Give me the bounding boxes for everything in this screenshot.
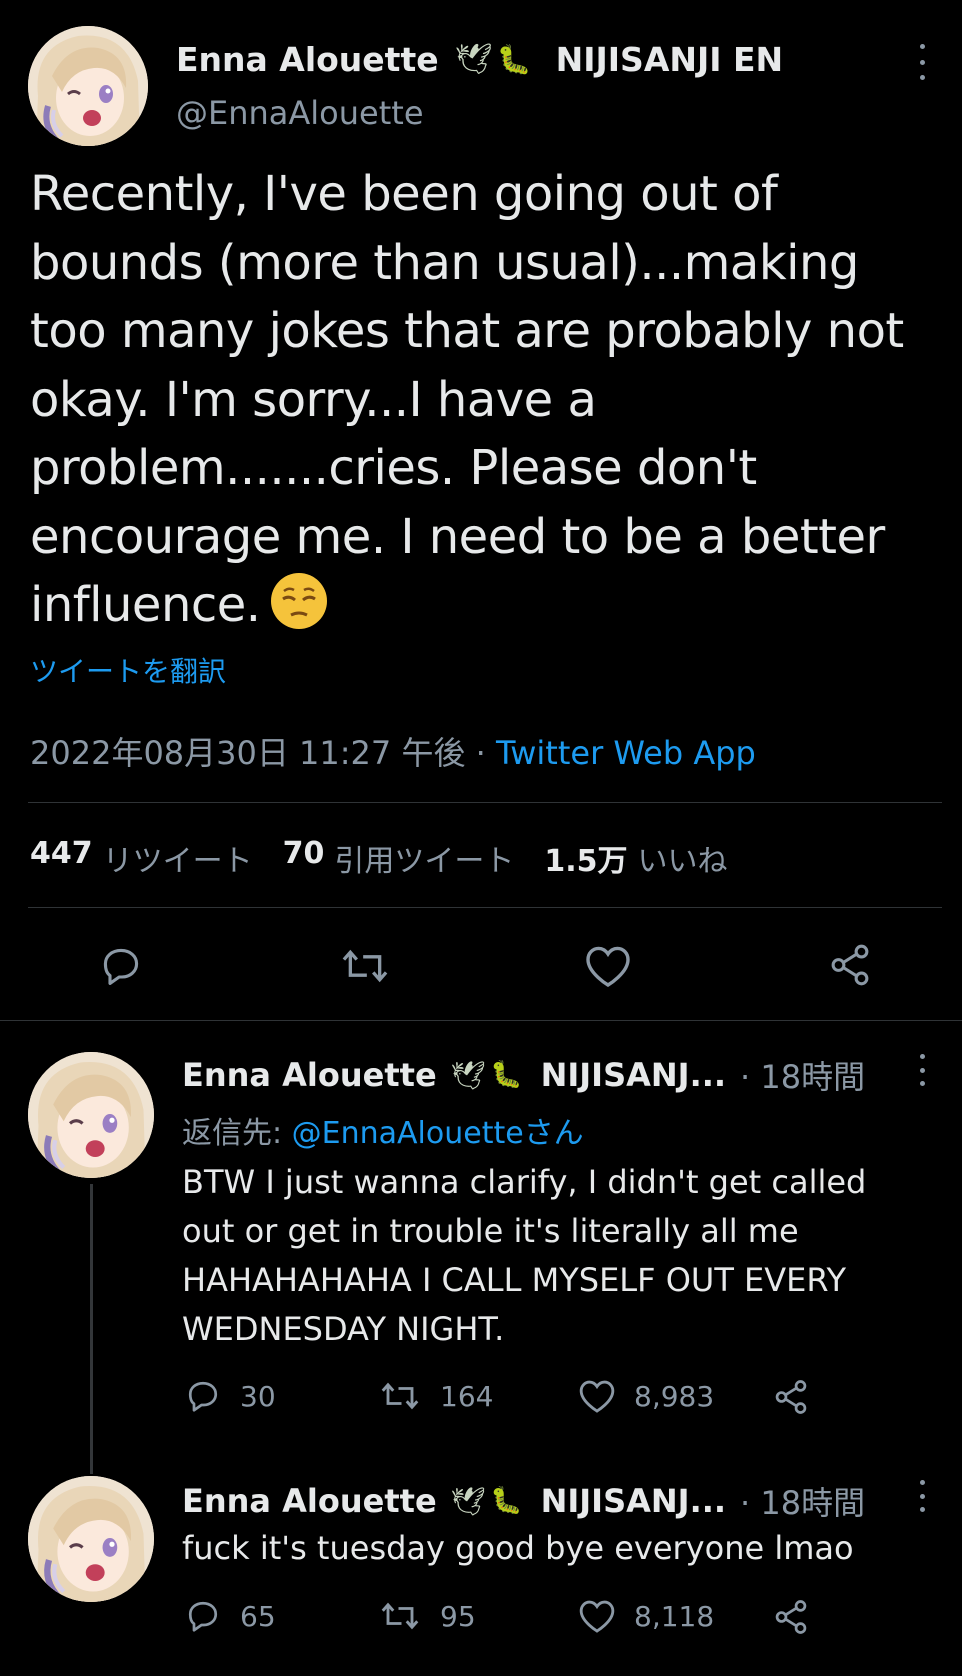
divider <box>0 1020 962 1021</box>
reply-text-line: BTW I just wanna clarify, I didn't get c… <box>182 1163 867 1201</box>
more-options-icon[interactable] <box>912 1054 932 1086</box>
like-count[interactable]: 1.5万 <box>544 836 627 880</box>
tweet-text-line: too many jokes that are probably not <box>30 303 904 359</box>
replying-to: 返信先: @EnnaAlouetteさん <box>182 1108 584 1152</box>
retweet-count-button[interactable]: 95 <box>378 1598 476 1634</box>
reply-timestamp[interactable]: · 18時間 <box>740 1478 865 1524</box>
avatar[interactable] <box>28 26 148 146</box>
dove-emoji: 🕊 <box>450 1484 487 1518</box>
thread-connector <box>90 1184 93 1474</box>
affiliation-name[interactable]: NIJISANJI EN <box>556 40 784 79</box>
tweet-timestamp[interactable]: 2022年08月30日 11:27 午後 <box>30 734 465 772</box>
author-name-row[interactable]: Enna Alouette 🕊 🐛 NIJISANJ... · 18時間 <box>182 1052 865 1098</box>
avatar[interactable] <box>28 1476 154 1602</box>
engagement-stats: 447 リツイート 70 引用ツイート 1.5万 いいね <box>30 836 758 880</box>
bug-emoji: 🐛 <box>496 43 532 76</box>
reply-count: 30 <box>240 1379 276 1413</box>
quote-count[interactable]: 70 <box>283 836 325 880</box>
bug-emoji: 🐛 <box>490 1486 523 1516</box>
retweet-icon[interactable] <box>338 944 392 988</box>
share-icon[interactable] <box>772 1378 810 1416</box>
reply-text-line: out or get in trouble it's literally all… <box>182 1212 799 1250</box>
like-count: 8,118 <box>634 1599 715 1633</box>
reply-text-line: fuck it's tuesday good bye everyone lmao <box>182 1529 854 1567</box>
share-icon[interactable] <box>826 942 874 988</box>
retweet-count[interactable]: 447 <box>30 836 93 880</box>
divider <box>28 907 942 908</box>
reply-text: fuck it's tuesday good bye everyone lmao <box>182 1524 942 1573</box>
reply-icon[interactable] <box>98 944 144 988</box>
bug-emoji: 🐛 <box>490 1060 523 1090</box>
author-name-row[interactable]: Enna Alouette 🕊 🐛 NIJISANJ... · 18時間 <box>182 1478 865 1524</box>
tweet-text-line-last: influence. <box>30 571 930 640</box>
tweet-text-line: problem.......cries. Please don't <box>30 440 757 496</box>
like-count: 8,983 <box>634 1379 715 1413</box>
retweet-count: 164 <box>440 1379 494 1413</box>
retweet-label[interactable]: リツイート <box>103 836 253 880</box>
tweet-text-line: Recently, I've been going out of <box>30 166 778 222</box>
tweet-text-line: influence. <box>30 577 261 633</box>
display-name[interactable]: Enna Alouette <box>182 1056 437 1094</box>
like-icon[interactable] <box>584 944 632 988</box>
reply-count-button[interactable]: 30 <box>184 1378 276 1414</box>
replying-to-handle[interactable]: @EnnaAlouetteさん <box>292 1116 584 1151</box>
like-icon <box>579 1380 615 1413</box>
reply-count: 65 <box>240 1599 276 1633</box>
divider <box>28 802 942 803</box>
tweet-text-line: encourage me. I need to be a better <box>30 508 885 565</box>
tweet-text-line: okay. I'm sorry...I have a <box>30 371 597 428</box>
more-options-icon[interactable] <box>912 1480 932 1512</box>
reply-text-line: HAHAHAHAHA I CALL MYSELF OUT EVERY <box>182 1261 847 1299</box>
affiliation-name[interactable]: NIJISANJ... <box>541 1056 726 1094</box>
reply-text: BTW I just wanna clarify, I didn't get c… <box>182 1158 942 1354</box>
share-icon[interactable] <box>772 1598 810 1636</box>
like-icon <box>579 1600 615 1633</box>
reply-count-button[interactable]: 65 <box>184 1598 276 1634</box>
like-count-button[interactable]: 8,983 <box>578 1378 714 1414</box>
author-handle[interactable]: @EnnaAlouette <box>176 94 424 132</box>
quote-label[interactable]: 引用ツイート <box>334 836 514 880</box>
display-name[interactable]: Enna Alouette <box>182 1482 437 1520</box>
retweet-icon <box>381 1602 419 1630</box>
reply-icon <box>188 1381 218 1412</box>
replying-to-label: 返信先: <box>182 1116 292 1151</box>
display-name[interactable]: Enna Alouette <box>176 40 439 79</box>
retweet-icon <box>381 1382 419 1410</box>
more-options-icon[interactable] <box>912 44 932 80</box>
author-name-row[interactable]: Enna Alouette 🕊 🐛 NIJISANJI EN <box>176 40 783 79</box>
dove-emoji: 🕊 <box>450 1058 487 1092</box>
like-label[interactable]: いいね <box>638 836 728 880</box>
tweet-meta: 2022年08月30日 11:27 午後 · Twitter Web App <box>30 728 756 774</box>
tweet-text: Recently, I've been going out of bounds … <box>30 160 930 640</box>
avatar[interactable] <box>28 1052 154 1178</box>
meta-separator: · <box>465 734 496 772</box>
tweet-text-line: bounds (more than usual)...making <box>30 234 859 291</box>
reply-text-line: WEDNESDAY NIGHT. <box>182 1310 505 1348</box>
dove-emoji: 🕊 <box>454 42 493 77</box>
tweet-source-link[interactable]: Twitter Web App <box>496 734 756 772</box>
reply-icon <box>188 1601 218 1632</box>
retweet-count-button[interactable]: 164 <box>378 1378 493 1414</box>
translate-tweet-link[interactable]: ツイートを翻訳 <box>30 650 226 690</box>
like-count-button[interactable]: 8,118 <box>578 1598 714 1634</box>
pensive-face-icon <box>269 571 329 631</box>
retweet-count: 95 <box>440 1599 476 1633</box>
affiliation-name[interactable]: NIJISANJ... <box>541 1482 726 1520</box>
reply-timestamp[interactable]: · 18時間 <box>740 1052 865 1098</box>
